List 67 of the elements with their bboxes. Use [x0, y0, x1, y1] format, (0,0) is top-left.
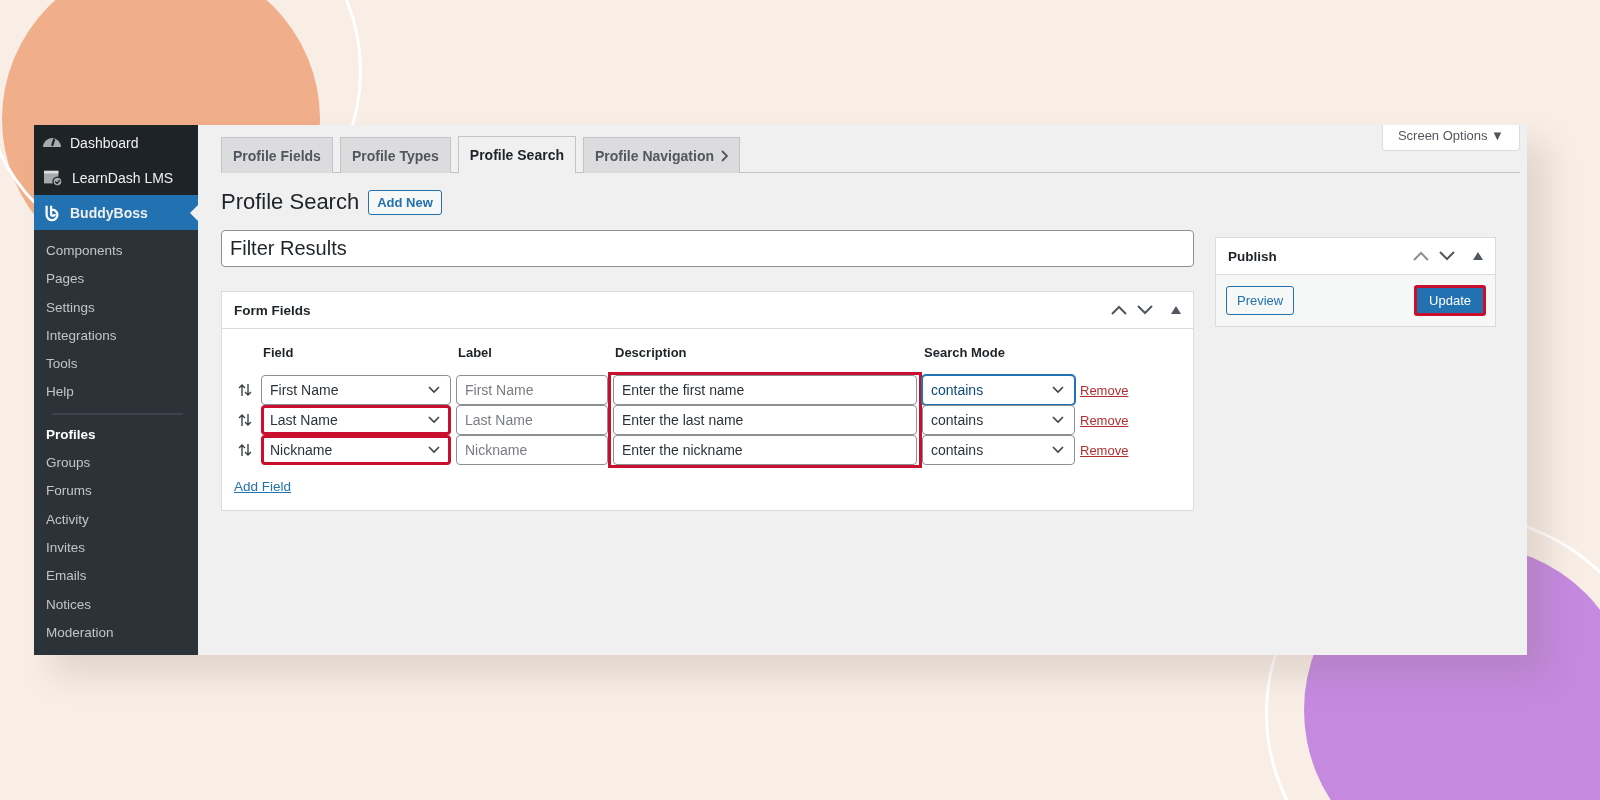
- submenu-item[interactable]: Settings: [34, 293, 198, 322]
- panel-title: Publish: [1228, 248, 1277, 264]
- panel-title: Form Fields: [234, 302, 311, 318]
- column-header: Field: [262, 344, 295, 360]
- remove-link[interactable]: Remove: [1080, 412, 1181, 428]
- page-title: Profile Search: [221, 189, 360, 215]
- field-dropdown[interactable]: Nickname: [261, 435, 451, 465]
- search-mode-dropdown[interactable]: contains: [922, 435, 1075, 465]
- description-field[interactable]: Enter the nickname: [613, 435, 917, 465]
- add-field-link[interactable]: Add Field: [234, 479, 292, 494]
- tab[interactable]: Profile Search: [457, 136, 576, 173]
- remove-link[interactable]: Remove: [1080, 382, 1181, 398]
- chevron-up-icon[interactable]: [1111, 305, 1127, 315]
- tab[interactable]: Profile Types: [339, 137, 451, 173]
- chevron-down-icon: [1052, 386, 1064, 394]
- chevron-down-icon[interactable]: [1137, 305, 1153, 315]
- submenu-item[interactable]: Help: [34, 378, 198, 407]
- chevron-down-icon: [428, 446, 440, 454]
- logo-icon: [43, 203, 61, 222]
- column-header: Label: [457, 344, 493, 360]
- remove-link[interactable]: Remove: [1080, 442, 1181, 458]
- menu-item[interactable]: BuddyBoss: [34, 195, 198, 230]
- submenu-item[interactable]: Activity: [34, 505, 198, 534]
- submenu-item[interactable]: Notices: [34, 590, 198, 619]
- tab[interactable]: Profile Navigation: [582, 137, 740, 173]
- collapse-triangle-icon[interactable]: [1473, 252, 1483, 260]
- menu-item[interactable]: LearnDash LMS: [34, 160, 198, 195]
- chevron-down-icon: [428, 386, 440, 394]
- search-mode-dropdown[interactable]: contains: [922, 405, 1075, 435]
- screen-options-button[interactable]: Screen Options ▼: [1381, 125, 1520, 151]
- submenu-item[interactable]: Emails: [34, 562, 198, 591]
- description-field[interactable]: Enter the first name: [613, 375, 917, 405]
- sort-arrows-icon[interactable]: [238, 383, 252, 397]
- update-button[interactable]: Update: [1414, 285, 1486, 316]
- tab[interactable]: Profile Fields: [221, 137, 333, 173]
- field-dropdown[interactable]: First Name: [261, 375, 451, 405]
- submenu-item[interactable]: Pages: [34, 265, 198, 294]
- collapse-triangle-icon[interactable]: [1171, 306, 1181, 314]
- chevron-down-icon: [428, 416, 440, 424]
- label-field[interactable]: Nickname: [456, 435, 608, 465]
- submenu-item[interactable]: Tools: [34, 350, 198, 379]
- description-field[interactable]: Enter the last name: [613, 405, 917, 435]
- submenu-item[interactable]: Components: [34, 237, 198, 266]
- title-field[interactable]: Filter Results: [221, 230, 1194, 267]
- sort-arrows-icon[interactable]: [238, 413, 252, 427]
- column-header: Description: [614, 344, 688, 360]
- gauge-icon: [43, 138, 61, 147]
- submenu-item[interactable]: Profiles: [34, 420, 198, 450]
- window-check-icon: [43, 168, 63, 187]
- chevron-down-icon[interactable]: [1439, 251, 1455, 261]
- field-dropdown[interactable]: Last Name: [261, 405, 451, 435]
- submenu-item[interactable]: Invites: [34, 533, 198, 563]
- label-field[interactable]: Last Name: [456, 405, 608, 435]
- menu-item[interactable]: Dashboard: [34, 125, 198, 160]
- label-field[interactable]: First Name: [456, 375, 608, 405]
- add-new-button[interactable]: Add New: [368, 189, 442, 215]
- submenu-item[interactable]: Forums: [34, 477, 198, 506]
- search-mode-dropdown[interactable]: contains: [922, 375, 1075, 405]
- chevron-up-icon[interactable]: [1413, 251, 1429, 261]
- chevron-down-icon: [1052, 446, 1064, 454]
- submenu-item[interactable]: Moderation: [34, 618, 198, 648]
- sort-arrows-icon[interactable]: [238, 443, 252, 457]
- chevron-down-icon: [1052, 416, 1064, 424]
- column-header: Search Mode: [923, 344, 1006, 360]
- preview-button[interactable]: Preview: [1226, 286, 1295, 315]
- submenu-item[interactable]: Integrations: [34, 321, 198, 351]
- submenu-item[interactable]: Groups: [34, 449, 198, 478]
